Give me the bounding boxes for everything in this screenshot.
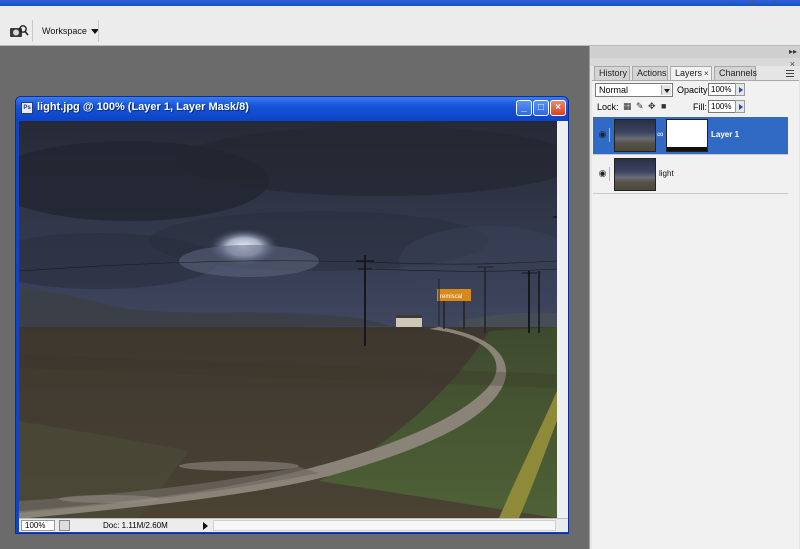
lock-image-brush-icon[interactable]: ✎ [636, 102, 645, 111]
layer-mask-thumbnail[interactable] [666, 119, 708, 152]
layer-row[interactable]: ◉ ∞ Layer 1 [593, 117, 788, 155]
panel-grip[interactable] [590, 58, 800, 66]
tab-layers-label: Layers [675, 68, 703, 78]
lock-label: Lock: [597, 102, 619, 112]
fill-field[interactable]: 100% [708, 100, 736, 113]
options-bar: Workspace [0, 6, 800, 46]
workspace-menu-button[interactable]: Workspace [42, 26, 99, 36]
status-info-icon[interactable] [59, 520, 70, 531]
toolbar-divider [98, 20, 99, 42]
mask-link-chain-icon[interactable]: ∞ [657, 129, 663, 139]
workspace-label: Workspace [42, 26, 87, 36]
tab-channels[interactable]: Channels [714, 66, 757, 80]
status-menu-arrow-icon[interactable] [203, 522, 208, 530]
blend-mode-value: Normal [599, 85, 629, 95]
opacity-slider-arrow-icon[interactable] [735, 83, 745, 96]
eye-visibility-icon[interactable]: ◉ [596, 167, 610, 181]
lock-transparent-icon[interactable]: ▦ [623, 102, 632, 111]
tab-history[interactable]: History [594, 66, 630, 80]
document-size-info: Doc: 1.11M/2.60M [103, 521, 168, 530]
panel-dock: ▸▸ × History Actions Layers × Channels No… [589, 46, 800, 549]
tab-close-icon[interactable]: × [704, 69, 709, 78]
zoom-tool-icon[interactable] [8, 24, 30, 40]
horizontal-scrollbar[interactable] [213, 520, 556, 531]
dock-header[interactable]: ▸▸ [590, 46, 800, 58]
billboard-text: remiscal [440, 294, 462, 300]
layer-thumbnail [614, 119, 656, 152]
opacity-field[interactable]: 100% [708, 83, 736, 96]
layers-list: ◉ ∞ Layer 1 ◉ light [593, 117, 788, 227]
lock-position-move-icon[interactable]: ✥ [648, 102, 657, 111]
tab-layers[interactable]: Layers × [670, 66, 712, 80]
document-window: Ps light.jpg @ 100% (Layer 1, Layer Mask… [15, 96, 569, 534]
layer-name: Layer 1 [711, 130, 740, 139]
document-titlebar[interactable]: Ps light.jpg @ 100% (Layer 1, Layer Mask… [16, 97, 568, 119]
opacity-label: Opacity: [677, 85, 711, 95]
panel-close-icon[interactable]: × [790, 60, 795, 69]
lock-all-padlock-icon[interactable]: ■ [661, 102, 670, 111]
close-button[interactable]: × [550, 100, 566, 116]
fill-slider-arrow-icon[interactable] [735, 100, 745, 113]
chevron-down-icon [661, 85, 671, 95]
fill-label: Fill: [693, 102, 707, 112]
tab-actions[interactable]: Actions [632, 66, 668, 80]
image-canvas[interactable]: remiscal [19, 121, 557, 518]
document-title: light.jpg @ 100% (Layer 1, Layer Mask/8) [37, 101, 249, 113]
minimize-button[interactable]: _ [516, 100, 532, 116]
layer-row[interactable]: ◉ light [593, 156, 788, 194]
photoshop-doc-icon: Ps [21, 102, 33, 114]
layers-panel: Normal Opacity: 100% Lock: ▦ ✎ ✥ ■ Fill:… [592, 80, 799, 549]
eye-visibility-icon[interactable]: ◉ [596, 128, 610, 142]
document-status-bar: 100% Doc: 1.11M/2.60M [19, 518, 568, 532]
collapse-dock-icon[interactable]: ▸▸ [789, 47, 797, 56]
blend-mode-select[interactable]: Normal [595, 83, 673, 97]
panel-menu-icon[interactable] [786, 70, 794, 78]
zoom-level-field[interactable]: 100% [21, 520, 55, 531]
toolbar-divider [32, 20, 33, 42]
layer-thumbnail [614, 158, 656, 191]
layer-name: light [659, 169, 674, 178]
maximize-button[interactable]: □ [533, 100, 549, 116]
landscape-photo: remiscal [19, 121, 557, 518]
vertical-scrollbar[interactable] [557, 121, 568, 518]
